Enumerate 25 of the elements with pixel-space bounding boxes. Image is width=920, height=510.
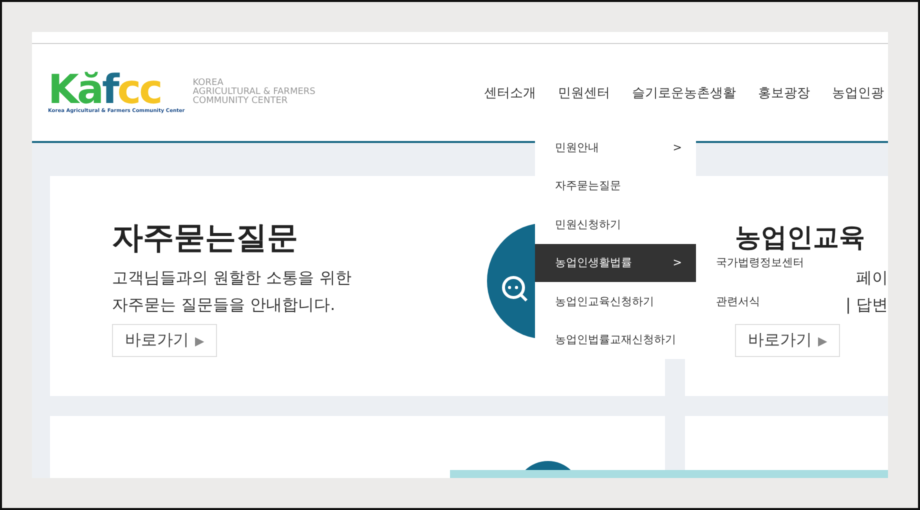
logo-caption-line: COMMUNITY CENTER (192, 97, 289, 106)
chat-search-icon (502, 276, 528, 302)
nav-link[interactable]: 센터소개 (484, 84, 536, 102)
nav-link[interactable]: 홍보광장 (758, 84, 810, 102)
shortcut-button[interactable]: 바로가기 ▶ (735, 324, 840, 357)
card-description: 페이 (856, 267, 888, 289)
card-description: | 답변 (846, 294, 888, 316)
logo-caption-line: AGRICULTURAL & FARMERS (192, 88, 316, 97)
card-description: 자주묻는 질문들을 안내합니다. (112, 294, 336, 316)
logo-wordmark: Kăfcc (48, 72, 161, 108)
nav-link[interactable]: 민원센터 (558, 84, 610, 102)
card-title: 자주묻는질문 (112, 219, 298, 258)
nav-link[interactable]: 농업인광 (832, 84, 884, 102)
card-title: 농업인교육 (735, 222, 865, 255)
dropdown-item[interactable]: 민원신청하기 (535, 205, 696, 244)
submenu-item[interactable]: 관련서식 (696, 282, 804, 320)
dropdown-item[interactable]: 민원안내 > (535, 128, 696, 166)
shortcut-button[interactable]: 바로가기 ▶ (112, 324, 218, 357)
dropdown-item[interactable]: 농업인교육신청하기 (535, 282, 696, 320)
nav-link[interactable]: 슬기로운농촌생활 (632, 84, 736, 102)
dropdown-item[interactable]: 농업인법률교재신청하기 (535, 320, 696, 359)
dropdown-item[interactable]: 농업인생활법률 > (535, 244, 696, 282)
logo-caption-line: KOREA (192, 79, 224, 88)
dropdown-item[interactable]: 자주묻는질문 (535, 166, 696, 205)
card-description: 고객님들과의 원할한 소통을 위한 (112, 267, 352, 289)
